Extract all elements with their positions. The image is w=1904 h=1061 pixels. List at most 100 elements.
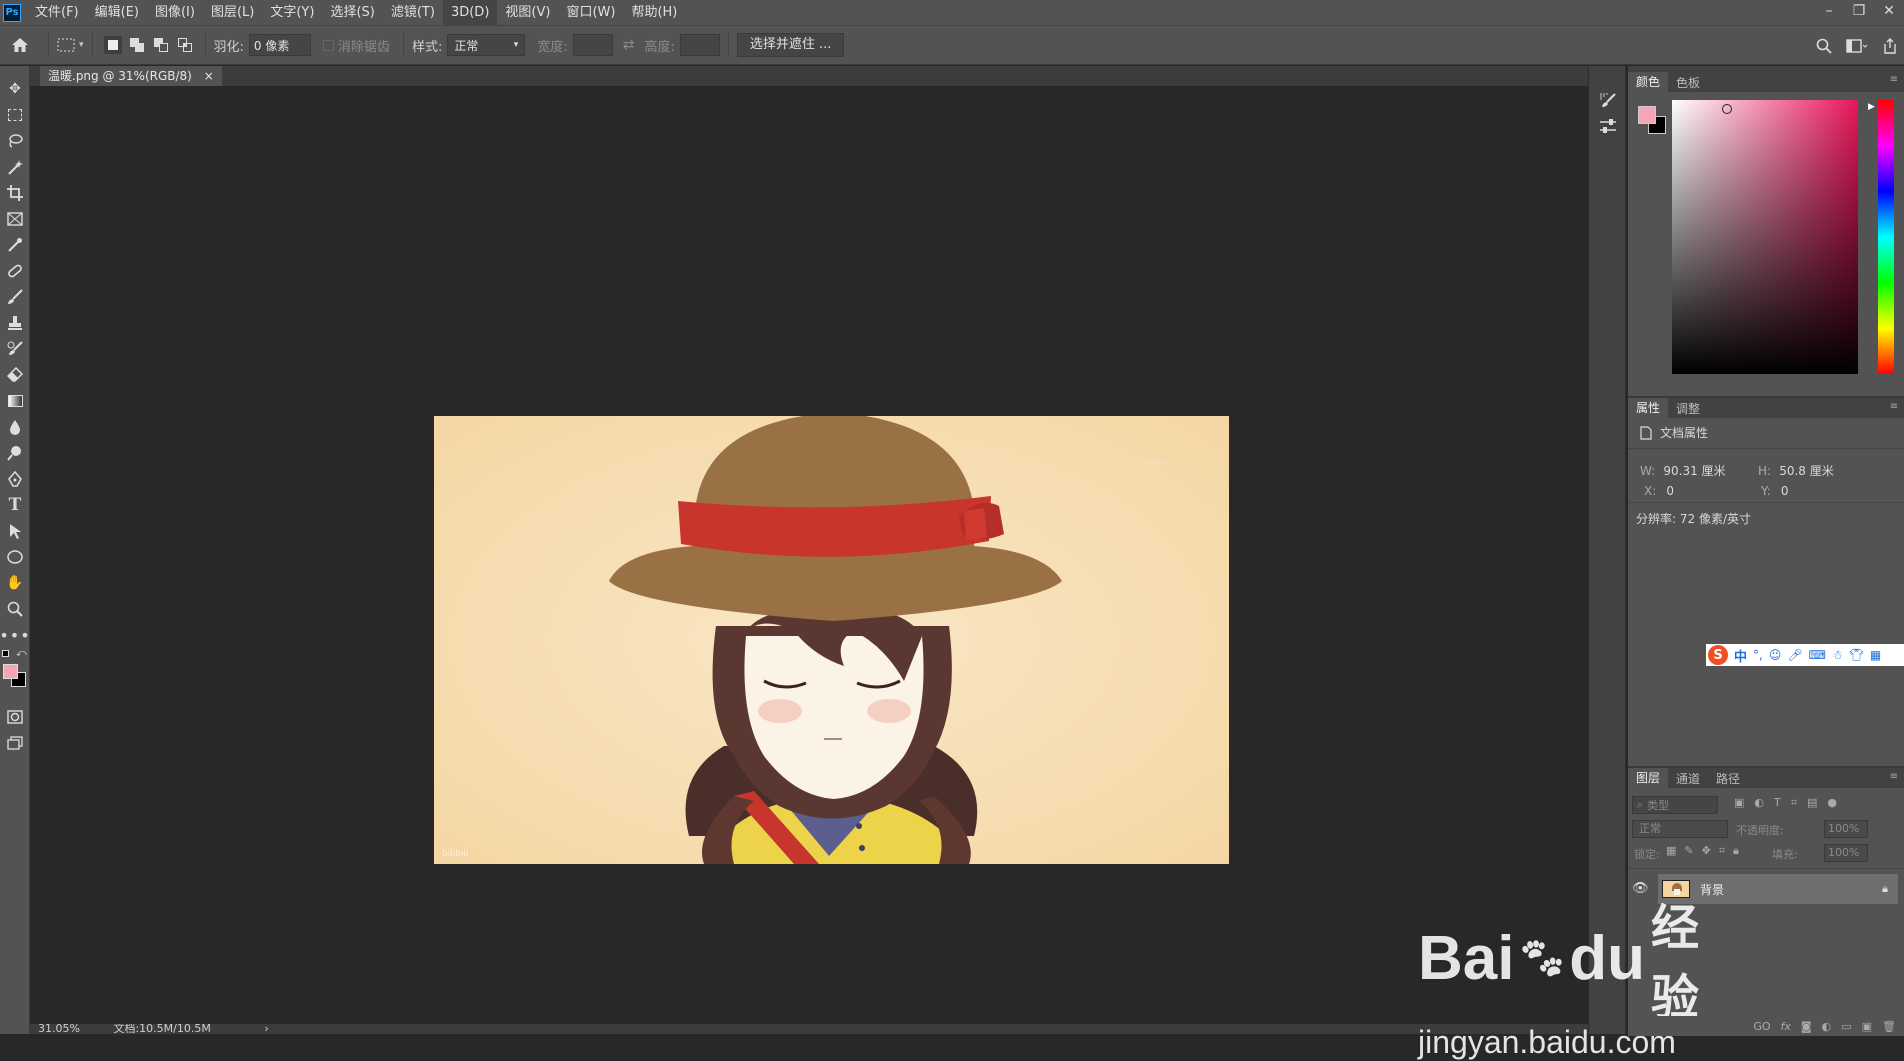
subtract-selection-icon[interactable]	[152, 36, 170, 54]
lasso-tool-icon[interactable]	[0, 128, 30, 154]
hue-slider-pointer[interactable]: ▶	[1868, 102, 1875, 112]
type-tool-icon[interactable]: T	[0, 492, 30, 518]
h-value[interactable]: 50.8 厘米	[1779, 464, 1834, 478]
swap-icon[interactable]: ⇄	[623, 37, 635, 53]
fx-icon[interactable]: fx	[1781, 1020, 1791, 1033]
home-button[interactable]	[0, 37, 40, 53]
width-input[interactable]	[572, 34, 613, 56]
tab-adjustments[interactable]: 调整	[1668, 400, 1708, 417]
tab-color[interactable]: 颜色	[1628, 72, 1669, 92]
swap-colors-icon[interactable]: ⤺	[16, 648, 27, 659]
skin-icon[interactable]: 👕︎	[1849, 648, 1864, 662]
add-selection-icon[interactable]	[128, 36, 146, 54]
shape-filter-icon[interactable]: ⌗	[1791, 796, 1797, 810]
menu-edit[interactable]: 编辑(E)	[87, 0, 147, 25]
menu-image[interactable]: 图像(I)	[147, 0, 203, 25]
select-and-mask-button[interactable]: 选择并遮住 ...	[736, 33, 845, 57]
fill-value[interactable]: 100%	[1824, 844, 1868, 862]
menu-view[interactable]: 视图(V)	[497, 0, 558, 25]
lock-transparent-icon[interactable]: ▦	[1666, 844, 1676, 858]
y-value[interactable]: 0	[1781, 484, 1789, 498]
share-icon[interactable]	[1882, 38, 1898, 54]
link-layers-icon[interactable]: GO	[1753, 1020, 1770, 1033]
keyboard-icon[interactable]: ⌨	[1809, 648, 1826, 662]
quick-mask-icon[interactable]	[0, 704, 30, 730]
adjustments-panel-icon[interactable]	[1599, 118, 1617, 138]
style-select[interactable]: 正常 ▾	[447, 34, 526, 56]
user-icon[interactable]: ☃	[1832, 648, 1843, 662]
mic-icon[interactable]: 🎤︎	[1787, 648, 1802, 662]
menu-3d[interactable]: 3D(D)	[442, 0, 498, 25]
panel-menu-icon[interactable]: ≡	[1890, 771, 1898, 782]
panel-menu-icon[interactable]: ≡	[1890, 401, 1898, 412]
marquee-tool-icon[interactable]	[0, 102, 30, 128]
menu-select[interactable]: 选择(S)	[322, 0, 382, 25]
menu-file[interactable]: 文件(F)	[27, 0, 87, 25]
brush-tool-icon[interactable]	[0, 284, 30, 310]
tab-channels[interactable]: 通道	[1668, 770, 1708, 787]
zoom-level[interactable]: 31.05%	[38, 1024, 80, 1034]
emoji-icon[interactable]: ☺	[1769, 648, 1782, 662]
sogou-logo-icon[interactable]: S	[1708, 645, 1728, 665]
marquee-preset-picker[interactable]: ▾	[57, 38, 84, 52]
tab-properties[interactable]: 属性	[1628, 398, 1669, 418]
menu-help[interactable]: 帮助(H)	[623, 0, 685, 25]
layer-row-background[interactable]: 👁︎ 背景 🔒︎	[1632, 874, 1898, 904]
layer-name[interactable]: 背景	[1700, 881, 1724, 898]
eraser-tool-icon[interactable]	[0, 362, 30, 388]
adjustment-filter-icon[interactable]: ◐	[1754, 796, 1764, 810]
intersect-selection-icon[interactable]	[176, 36, 194, 54]
smart-object-filter-icon[interactable]: ▤	[1807, 796, 1817, 810]
color-picker-circle[interactable]	[1722, 104, 1732, 114]
group-icon[interactable]: ▭	[1841, 1020, 1851, 1033]
menu-type[interactable]: 文字(Y)	[262, 0, 322, 25]
workspace-icon[interactable]	[1846, 38, 1868, 54]
w-value[interactable]: 90.31 厘米	[1663, 464, 1725, 478]
tab-layers[interactable]: 图层	[1628, 768, 1669, 788]
panel-menu-icon[interactable]: ≡	[1890, 74, 1898, 85]
new-layer-icon[interactable]: ▣	[1862, 1020, 1872, 1033]
hue-slider[interactable]	[1878, 100, 1894, 374]
history-brush-tool-icon[interactable]	[0, 336, 30, 362]
close-tab-icon[interactable]: ×	[204, 69, 214, 83]
ime-language[interactable]: 中	[1734, 646, 1747, 665]
antialias-checkbox[interactable]	[322, 39, 334, 51]
height-input[interactable]	[679, 34, 720, 56]
hand-tool-icon[interactable]: ✋	[0, 570, 30, 596]
history-brush-panel-icon[interactable]	[1599, 92, 1617, 112]
x-value[interactable]: 0	[1666, 484, 1674, 498]
eye-icon[interactable]: 👁︎	[1632, 881, 1649, 896]
punctuation-icon[interactable]: °,	[1753, 648, 1763, 662]
add-mask-icon[interactable]: ◙	[1801, 1020, 1812, 1033]
move-tool-icon[interactable]: ✥	[0, 76, 30, 102]
filter-toggle-icon[interactable]: ●	[1827, 796, 1837, 810]
magic-wand-tool-icon[interactable]	[0, 154, 30, 180]
eyedropper-tool-icon[interactable]	[0, 232, 30, 258]
lock-artboard-icon[interactable]: ⌗	[1719, 844, 1725, 858]
ellipse-tool-icon[interactable]	[0, 544, 30, 570]
zoom-tool-icon[interactable]	[0, 596, 30, 622]
document-tab[interactable]: 温暖.png @ 31%(RGB/8) ×	[40, 66, 222, 86]
close-window-button[interactable]: ✕	[1874, 0, 1904, 25]
default-colors-icon[interactable]	[2, 650, 9, 657]
path-selection-tool-icon[interactable]	[0, 518, 30, 544]
tab-swatches[interactable]: 色板	[1668, 74, 1708, 91]
screen-mode-icon[interactable]	[0, 730, 30, 756]
color-field[interactable]	[1672, 100, 1858, 374]
minimize-button[interactable]: –	[1814, 0, 1844, 25]
blur-tool-icon[interactable]	[0, 414, 30, 440]
type-filter-icon[interactable]: T	[1774, 796, 1781, 810]
menu-layer[interactable]: 图层(L)	[203, 0, 262, 25]
status-arrow[interactable]: ›	[264, 1024, 268, 1034]
blend-mode-select[interactable]: 正常	[1632, 820, 1728, 838]
feather-input[interactable]: 0 像素	[248, 34, 311, 56]
menu-filter[interactable]: 滤镜(T)	[383, 0, 443, 25]
adjustment-layer-icon[interactable]: ◐	[1822, 1020, 1832, 1033]
lock-position-icon[interactable]: ✥	[1702, 844, 1711, 858]
lock-all-icon[interactable]: 🔒︎	[1733, 844, 1739, 858]
frame-tool-icon[interactable]	[0, 206, 30, 232]
tab-paths[interactable]: 路径	[1708, 770, 1748, 787]
canvas-area[interactable]: ·· ·· ·· bilibili	[30, 86, 1570, 1024]
foreground-color-chip[interactable]	[1638, 106, 1656, 124]
foreground-color-swatch[interactable]	[3, 664, 18, 679]
